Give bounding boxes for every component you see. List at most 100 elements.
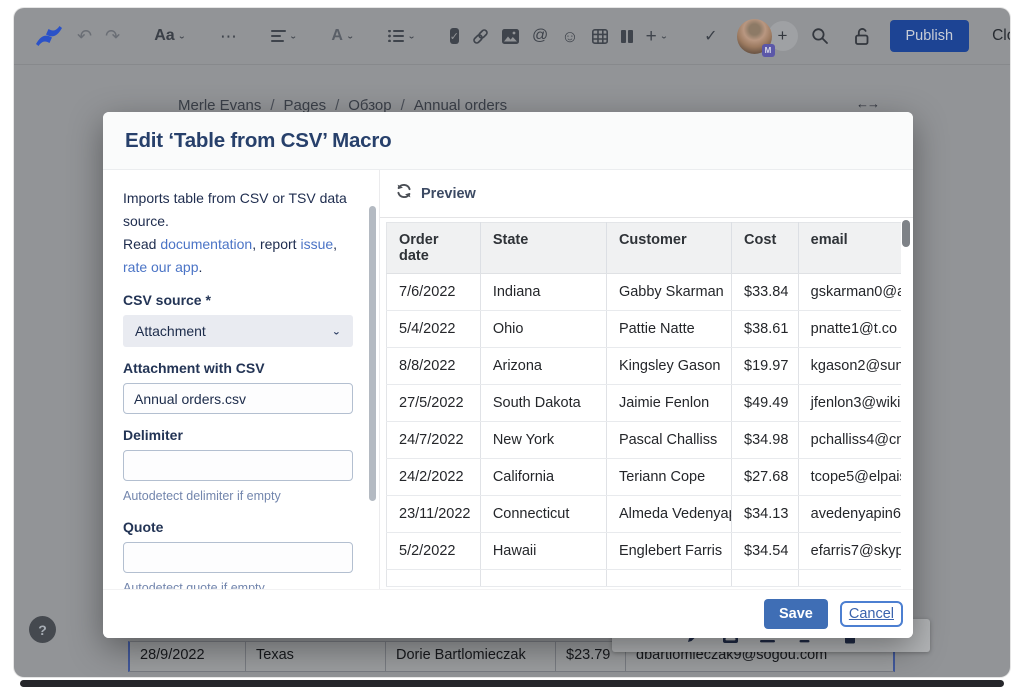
table-row: 5/2/2022HawaiiEnglebert Farris$34.54efar… [387,533,902,570]
column-header: State [480,223,606,274]
table-cell: Indiana [480,274,606,311]
macro-form-panel: Imports table from CSV or TSV data sourc… [103,170,380,589]
table-cell: gskarman0@a [798,274,901,311]
dialog-title: Edit ‘Table from CSV’ Macro [125,129,391,153]
table-cell [480,570,606,587]
collaborators: M + [737,19,798,54]
table-cell: avedenyapin6 [798,496,901,533]
refresh-icon[interactable] [396,183,412,204]
link-button[interactable] [472,28,489,45]
publish-button[interactable]: Publish [890,20,970,52]
table-cell: Dorie Bartlomieczak [386,642,556,671]
undo-button[interactable]: ↶ [77,27,92,45]
alignment-dropdown[interactable]: ⌄ [271,30,297,42]
text-color-dropdown[interactable]: A ⌄ [331,28,354,44]
issue-link[interactable]: issue [300,236,333,252]
delimiter-input[interactable] [123,450,353,481]
table-cell: efarris7@skyp [798,533,901,570]
table-cell [798,570,901,587]
preview-table-wrap: Order dateStateCustomerCostemail7/6/2022… [380,218,901,589]
table-cell: 28/9/2022 [130,642,246,671]
table-cell: $19.97 [732,348,799,385]
quote-help-text: Autodetect quote if empty [123,581,353,589]
table-cell: jfenlon3@wiki [798,385,901,422]
table-cell: 24/2/2022 [387,459,481,496]
delimiter-label: Delimiter [123,427,353,443]
table-cell: New York [480,422,606,459]
screenshot-frame: ↶ ↷ Aa ⌄ ⋯ ⌄ A ⌄ [0,0,1024,692]
table-cell: Arizona [480,348,606,385]
table-cell [387,570,481,587]
column-header: Order date [387,223,481,274]
table-cell [606,570,731,587]
table-cell: 5/4/2022 [387,311,481,348]
attachment-label: Attachment with CSV [123,360,353,376]
quote-label: Quote [123,519,353,535]
table-row: 5/4/2022OhioPattie Natte$38.61pnatte1@t.… [387,311,902,348]
table-row: 8/8/2022ArizonaKingsley Gason$19.97kgaso… [387,348,902,385]
table-row: 7/6/2022IndianaGabby Skarman$33.84gskarm… [387,274,902,311]
edit-macro-dialog: Edit ‘Table from CSV’ Macro Imports tabl… [103,112,913,638]
task-checkbox-button[interactable]: ✓ [450,28,459,44]
table-cell: Gabby Skarman [606,274,731,311]
close-button[interactable]: Close [992,27,1010,45]
table-row: 23/11/2022ConnecticutAlmeda Vedenyapin$3… [387,496,902,533]
table-cell: Texas [246,642,386,671]
mention-button[interactable]: @ [532,28,548,44]
column-header: email [798,223,901,274]
table-button[interactable] [592,29,608,44]
plus-icon: + [646,27,657,46]
table-cell: Connecticut [480,496,606,533]
quote-input[interactable] [123,542,353,573]
table-cell: kgason2@sun [798,348,901,385]
redo-button[interactable]: ↷ [105,27,120,45]
attachment-input[interactable] [123,383,353,414]
text-color-icon: A [331,28,343,44]
list-dropdown[interactable]: ⌄ [388,30,415,42]
table-cell: Almeda Vedenyapin [606,496,731,533]
table-cell: Pascal Challiss [606,422,731,459]
full-width-toggle-icon[interactable]: ←→ [856,96,878,111]
rate-app-link[interactable]: rate our app [123,259,199,275]
form-scrollbar-thumb[interactable] [369,206,376,501]
more-formatting-button[interactable]: ⋯ [220,28,237,45]
delimiter-help-text: Autodetect delimiter if empty [123,489,353,503]
preview-scrollbar-thumb[interactable] [902,220,910,247]
table-cell: California [480,459,606,496]
search-button[interactable] [811,27,829,45]
csv-source-label: CSV source * [123,292,353,308]
table-cell: $33.84 [732,274,799,311]
table-cell: South Dakota [480,385,606,422]
table-cell: $27.68 [732,459,799,496]
save-button[interactable]: Save [764,599,828,629]
cancel-button[interactable]: Cancel [840,601,903,627]
saved-indicator-icon: ✓ [704,26,717,46]
table-cell: Pattie Natte [606,311,731,348]
table-cell: $49.49 [732,385,799,422]
table-cell: 8/8/2022 [387,348,481,385]
table-cell: Kingsley Gason [606,348,731,385]
emoji-button[interactable]: ☺ [561,28,578,45]
table-cell: Englebert Farris [606,533,731,570]
table-cell: pchalliss4@cn [798,422,901,459]
table-cell: Jaimie Fenlon [606,385,731,422]
image-button[interactable] [502,29,519,44]
table-cell: 24/7/2022 [387,422,481,459]
app-window: ↶ ↷ Aa ⌄ ⋯ ⌄ A ⌄ [14,8,1010,677]
documentation-link[interactable]: documentation [160,236,252,252]
preview-label: Preview [421,186,476,202]
table-cell: Ohio [480,311,606,348]
chevron-down-icon: ⌄ [346,32,354,41]
text-style-dropdown[interactable]: Aa ⌄ [154,27,186,45]
unlock-button[interactable] [854,27,871,46]
csv-source-select[interactable]: Attachment ⌄ [123,315,353,347]
table-cell: Hawaii [480,533,606,570]
csv-source-value: Attachment [135,323,206,339]
table-cell: 23/11/2022 [387,496,481,533]
avatar[interactable]: M [737,19,772,54]
preview-table: Order dateStateCustomerCostemail7/6/2022… [386,222,901,587]
help-button[interactable]: ? [29,616,56,643]
insert-dropdown[interactable]: + ⌄ [646,27,669,46]
layout-columns-button[interactable] [621,30,633,43]
confluence-logo-icon [34,23,64,49]
